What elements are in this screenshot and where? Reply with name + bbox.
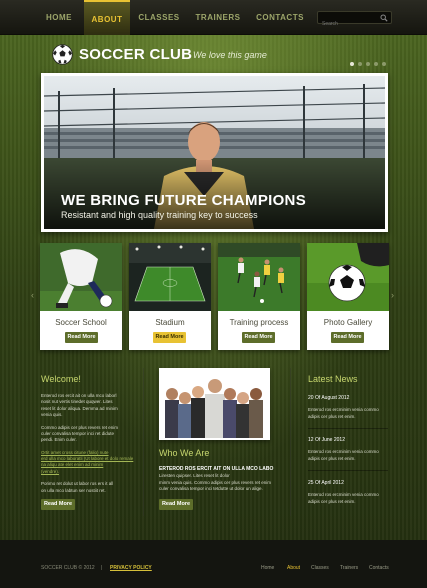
welcome-read-more-button[interactable]: Read More bbox=[41, 499, 75, 510]
card-soccer-school[interactable]: Soccer School Read More bbox=[40, 243, 122, 350]
welcome-line: pendi. Enim culer. bbox=[41, 437, 77, 443]
nav-item-trainers[interactable]: TRAINERS bbox=[192, 0, 244, 35]
slider-dot[interactable] bbox=[374, 62, 378, 66]
card-title: Training process bbox=[229, 318, 289, 327]
team-photo-frame bbox=[159, 368, 270, 440]
card-title: Soccer School bbox=[55, 318, 107, 327]
nav-item-home[interactable]: HOME bbox=[41, 0, 77, 35]
hero-subtitle: Resistant and high quality training key … bbox=[61, 210, 258, 220]
welcome-line: on ulla mco labtun ser nostiit ret. bbox=[41, 487, 106, 493]
read-more-button[interactable]: Read More bbox=[153, 332, 186, 343]
privacy-policy-link[interactable]: PRIVACY POLICY bbox=[110, 565, 152, 571]
card-stadium[interactable]: Stadium Read More bbox=[129, 243, 211, 350]
slider-pagination bbox=[350, 53, 390, 71]
column-divider bbox=[290, 368, 291, 516]
search-icon[interactable] bbox=[380, 14, 388, 22]
footer-separator: | bbox=[101, 565, 103, 571]
welcome-line: venia quis. bbox=[41, 411, 63, 417]
welcome-title: Welcome! bbox=[41, 374, 81, 384]
nav-item-about[interactable]: ABOUT bbox=[84, 0, 130, 35]
slider-dot[interactable] bbox=[350, 62, 354, 66]
card-title: Photo Gallery bbox=[323, 318, 373, 327]
card-title: Stadium bbox=[155, 318, 185, 327]
card-image bbox=[129, 243, 211, 311]
footer-nav-trainers[interactable]: Trainers bbox=[340, 565, 358, 571]
stadium-photo bbox=[129, 243, 211, 311]
news-date[interactable]: 12 Of June 2012 bbox=[308, 437, 345, 444]
footer-nav-contacts[interactable]: Contacts bbox=[369, 565, 389, 571]
footer-copyright: SOCCER CLUB © 2012 bbox=[41, 565, 95, 571]
brand-name[interactable]: SOCCER CLUB bbox=[79, 44, 192, 65]
who-we-are-read-more-button[interactable]: Read More bbox=[159, 499, 193, 510]
footer-nav-home[interactable]: Home bbox=[261, 565, 274, 571]
read-more-button[interactable]: Read More bbox=[331, 332, 364, 343]
slider-dot[interactable] bbox=[358, 62, 362, 66]
carousel-next-icon[interactable]: › bbox=[391, 290, 394, 300]
who-we-are-line: culer convalisa tempor inci tetdutte ut … bbox=[159, 486, 263, 491]
slider-dot[interactable] bbox=[382, 62, 386, 66]
footer-nav-about[interactable]: About bbox=[287, 565, 300, 571]
card-image bbox=[218, 243, 300, 311]
soccer-ball-photo bbox=[307, 243, 389, 311]
card-image bbox=[40, 243, 122, 311]
soccer-ball-icon[interactable] bbox=[52, 44, 73, 65]
nav-item-classes[interactable]: CLASSES bbox=[136, 0, 182, 35]
who-we-are-title: Who We Are bbox=[159, 448, 210, 458]
news-separator bbox=[308, 470, 388, 471]
read-more-button[interactable]: Read More bbox=[242, 332, 275, 343]
soccer-school-photo bbox=[40, 243, 122, 311]
hero-title: WE BRING FUTURE CHAMPIONS bbox=[61, 192, 306, 209]
hero-slider[interactable]: WE BRING FUTURE CHAMPIONS Resistant and … bbox=[41, 73, 388, 232]
who-we-are-subhead: ERTEROD ROS ERCIT AIT ON ULLA MCO LABO bbox=[159, 466, 274, 472]
read-more-button[interactable]: Read More bbox=[65, 332, 98, 343]
training-photo bbox=[218, 243, 300, 311]
news-date[interactable]: 20 Of August 2012 bbox=[308, 395, 349, 402]
card-image bbox=[307, 243, 389, 311]
team-group-photo bbox=[161, 370, 268, 438]
nav-item-contacts[interactable]: CONTACTS bbox=[253, 0, 307, 35]
search-box bbox=[317, 11, 392, 30]
latest-news-title: Latest News bbox=[308, 374, 358, 384]
news-text: adipis cer plus ret enim. bbox=[308, 413, 356, 419]
footer bbox=[0, 540, 427, 588]
news-text: adipis cer plus ret enim. bbox=[308, 498, 356, 504]
search-input[interactable] bbox=[318, 18, 378, 30]
card-photo-gallery[interactable]: Photo Gallery Read More bbox=[307, 243, 389, 350]
news-text: adipis cer plus ret enim. bbox=[308, 455, 356, 461]
news-date[interactable]: 25 Of April 2012 bbox=[308, 480, 344, 487]
footer-nav-classes[interactable]: Classes bbox=[311, 565, 329, 571]
hero-image: WE BRING FUTURE CHAMPIONS Resistant and … bbox=[44, 76, 385, 229]
card-training-process[interactable]: Training process Read More bbox=[218, 243, 300, 350]
carousel-prev-icon[interactable]: ‹ bbox=[31, 290, 34, 300]
top-navigation: HOME ABOUT CLASSES TRAINERS CONTACTS bbox=[0, 0, 427, 35]
news-separator bbox=[308, 428, 388, 429]
team-photo bbox=[161, 370, 268, 438]
welcome-link-line[interactable]: (vendre). bbox=[41, 469, 141, 476]
brand-tagline: We love this game bbox=[193, 50, 267, 60]
slider-dot[interactable] bbox=[366, 62, 370, 66]
column-divider bbox=[143, 368, 144, 516]
